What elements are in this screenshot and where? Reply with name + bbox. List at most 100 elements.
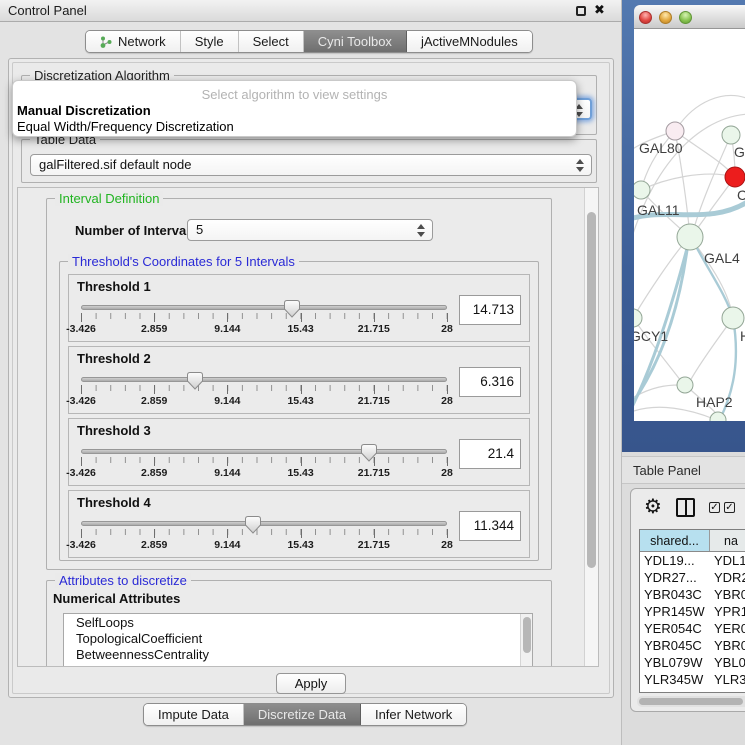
- threshold-label: Threshold 4: [77, 495, 151, 510]
- tab-style[interactable]: Style: [181, 31, 239, 52]
- checkbox-icon-1[interactable]: ✓: [709, 502, 720, 513]
- slider-thumb[interactable]: [187, 372, 203, 390]
- slider-major-tick: [154, 529, 155, 538]
- table-row[interactable]: YBR045C YBR0: [640, 637, 745, 654]
- numerical-attributes-list[interactable]: SelfLoopsTopologicalCoefficientBetweenne…: [63, 613, 533, 667]
- cell-shared-name: YER054C: [640, 620, 710, 637]
- tab-cyni-toolbox-label: Cyni Toolbox: [318, 34, 392, 49]
- slider-major-tick: [81, 457, 82, 466]
- tab-infer-network[interactable]: Infer Network: [361, 704, 466, 725]
- node-table[interactable]: shared... na YDL19... YDL1 YDR27... YDR2: [639, 529, 745, 693]
- cell-name: YBL0: [710, 654, 745, 671]
- slider-thumb[interactable]: [245, 516, 261, 534]
- attribute-item[interactable]: SelfLoops: [64, 614, 532, 630]
- threshold-value-field[interactable]: 11.344: [459, 511, 521, 541]
- table-scrollbar-thumb[interactable]: [639, 698, 743, 705]
- slider-thumb[interactable]: [284, 300, 300, 318]
- threshold-value-field[interactable]: 21.4: [459, 439, 521, 469]
- tick-label: 28: [441, 539, 453, 551]
- attribute-item[interactable]: TopologicalCoefficient: [64, 630, 532, 646]
- network-node[interactable]: [634, 181, 650, 199]
- minimize-traffic-light[interactable]: [659, 11, 672, 24]
- table-row[interactable]: YLR345W YLR3: [640, 671, 745, 688]
- table-row[interactable]: YDL19... YDL1: [640, 552, 745, 569]
- network-node[interactable]: [666, 122, 684, 140]
- tick-label: 15.43: [287, 395, 313, 407]
- network-window-titlebar[interactable]: [634, 5, 745, 29]
- cell-shared-name: YBR045C: [640, 637, 710, 654]
- table-horizontal-scrollbar[interactable]: [637, 696, 745, 707]
- settings-scroll-viewport[interactable]: Interval Definition Number of Intervals …: [17, 187, 599, 667]
- tick-label: 2.859: [141, 323, 167, 335]
- cell-shared-name: YPR145W: [640, 603, 710, 620]
- split-columns-icon[interactable]: [676, 498, 695, 517]
- attributes-scrollbar-thumb[interactable]: [523, 617, 531, 653]
- slider-tick-labels: -3.4262.8599.14415.4321.71528: [81, 323, 447, 335]
- table-data-combobox[interactable]: galFiltered.sif default node: [30, 154, 592, 176]
- checkbox-icon-2[interactable]: ✓: [724, 502, 735, 513]
- network-node[interactable]: [677, 224, 703, 250]
- control-panel: Control Panel ✖ Network Style Select Cyn…: [0, 0, 622, 745]
- slider-track[interactable]: [81, 305, 447, 310]
- network-node[interactable]: [722, 307, 744, 329]
- table-row[interactable]: YER054C YER0: [640, 620, 745, 637]
- tab-impute-data-label: Impute Data: [158, 707, 229, 722]
- tab-select[interactable]: Select: [239, 31, 304, 52]
- tab-network-label: Network: [118, 34, 166, 49]
- column-header-shared-name[interactable]: shared...: [640, 530, 710, 551]
- table-data-group: Table Data galFiltered.sif default node: [21, 139, 597, 183]
- slider-track[interactable]: [81, 521, 447, 526]
- tab-discretize-data-label: Discretize Data: [258, 707, 346, 722]
- settings-scrollbar-thumb[interactable]: [587, 212, 596, 568]
- number-of-intervals-combobox[interactable]: 5: [187, 219, 433, 241]
- tab-jactivemnodules[interactable]: jActiveMNodules: [407, 31, 532, 52]
- slider-major-tick: [154, 385, 155, 394]
- network-node[interactable]: [722, 126, 740, 144]
- network-node-label: GAL80: [639, 140, 683, 156]
- slider-major-tick: [301, 529, 302, 538]
- attribute-item[interactable]: BetweennessCentrality: [64, 646, 532, 662]
- column-header-name[interactable]: na: [710, 530, 745, 551]
- slider-track[interactable]: [81, 377, 447, 382]
- table-row[interactable]: YDR27... YDR2: [640, 569, 745, 586]
- close-traffic-light[interactable]: [639, 11, 652, 24]
- threshold-value-field[interactable]: 14.713: [459, 295, 521, 325]
- tick-label: 21.715: [358, 539, 390, 551]
- slider-thumb[interactable]: [361, 444, 377, 462]
- tab-impute-data[interactable]: Impute Data: [144, 704, 244, 725]
- network-node[interactable]: [634, 309, 642, 327]
- tick-label: 21.715: [358, 395, 390, 407]
- close-icon[interactable]: ✖: [594, 2, 605, 18]
- tick-label: 15.43: [287, 539, 313, 551]
- threshold-row: Threshold 3: [68, 418, 530, 486]
- threshold-value-field[interactable]: 6.316: [459, 367, 521, 397]
- tick-label: 2.859: [141, 467, 167, 479]
- popup-item-manual-discretization[interactable]: Manual Discretization: [13, 102, 576, 118]
- table-row[interactable]: YPR145W YPR1: [640, 603, 745, 620]
- popup-item-equal-width-frequency[interactable]: Equal Width/Frequency Discretization: [13, 118, 576, 134]
- table-row[interactable]: YIL052C YIL0: [640, 688, 745, 693]
- attributes-list-scrollbar[interactable]: [520, 614, 532, 667]
- slider-major-tick: [301, 457, 302, 466]
- tab-network[interactable]: Network: [86, 31, 181, 52]
- threshold-slider[interactable]: -3.4262.8599.14415.4321.71528: [81, 377, 447, 407]
- gear-icon[interactable]: ⚙: [644, 494, 662, 519]
- float-window-icon[interactable]: [576, 6, 586, 16]
- network-node[interactable]: [677, 377, 693, 393]
- threshold-slider[interactable]: -3.4262.8599.14415.4321.71528: [81, 521, 447, 551]
- network-view-window[interactable]: GAL80GCGAL11GAL4GCY1HHAP2: [622, 0, 745, 452]
- table-row[interactable]: YBR043C YBR0: [640, 586, 745, 603]
- slider-track[interactable]: [81, 449, 447, 454]
- tab-cyni-toolbox[interactable]: Cyni Toolbox: [304, 31, 407, 52]
- settings-vertical-scrollbar[interactable]: [584, 188, 598, 666]
- threshold-slider[interactable]: -3.4262.8599.14415.4321.71528: [81, 449, 447, 479]
- network-canvas[interactable]: GAL80GCGAL11GAL4GCY1HHAP2: [634, 29, 745, 421]
- interval-definition-title: Interval Definition: [55, 191, 163, 206]
- tab-jactivemnodules-label: jActiveMNodules: [421, 34, 518, 49]
- apply-button[interactable]: Apply: [276, 673, 346, 694]
- zoom-traffic-light[interactable]: [679, 11, 692, 24]
- tab-discretize-data[interactable]: Discretize Data: [244, 704, 361, 725]
- threshold-slider[interactable]: -3.4262.8599.14415.4321.71528: [81, 305, 447, 335]
- table-row[interactable]: YBL079W YBL0: [640, 654, 745, 671]
- network-node[interactable]: [725, 167, 745, 187]
